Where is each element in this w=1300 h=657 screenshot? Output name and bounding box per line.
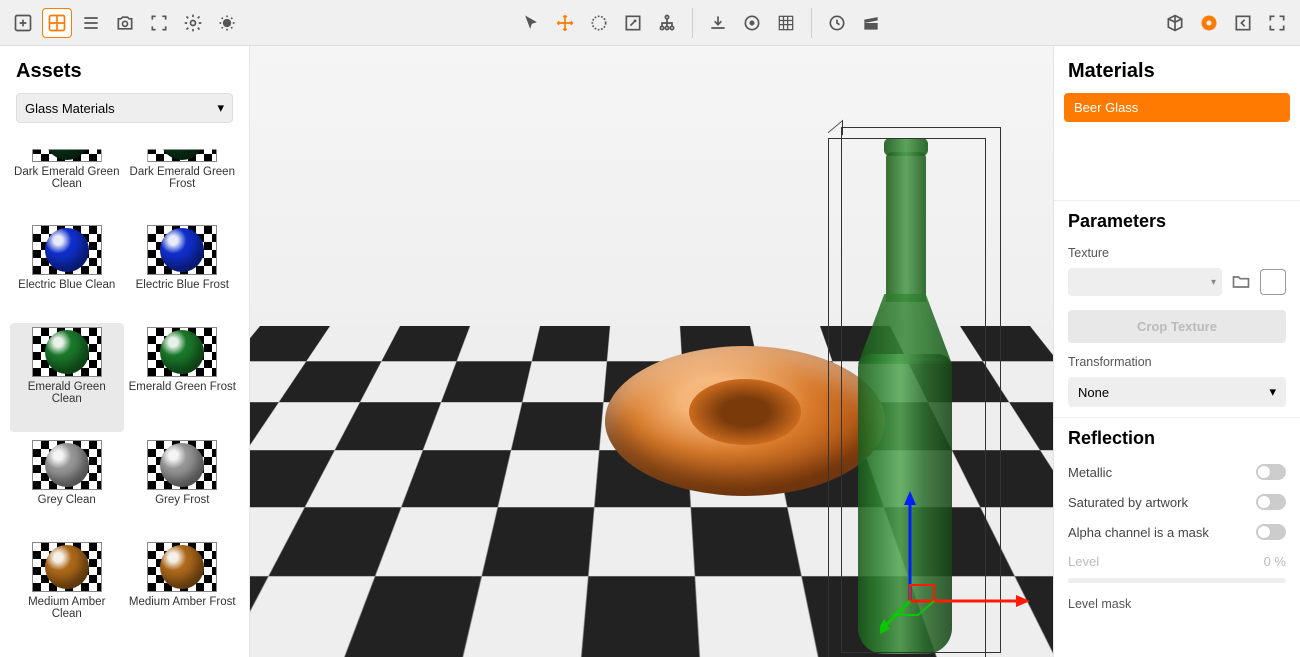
level-value: 0 % — [1264, 554, 1286, 569]
texture-dropdown[interactable]: ▾ — [1068, 268, 1222, 296]
asset-item[interactable]: Grey Clean — [10, 436, 124, 533]
texture-swatch[interactable] — [1260, 269, 1286, 295]
camera-icon[interactable] — [110, 8, 140, 38]
brightness-icon[interactable] — [212, 8, 242, 38]
cursor-icon[interactable] — [516, 8, 546, 38]
metallic-label: Metallic — [1068, 465, 1112, 480]
parameters-title: Parameters — [1054, 200, 1300, 240]
asset-thumbnail — [32, 327, 102, 377]
asset-item[interactable]: Emerald Green Frost — [126, 323, 240, 432]
time-icon[interactable] — [822, 8, 852, 38]
asset-label: Emerald Green Frost — [128, 381, 238, 393]
chevron-down-icon: ▾ — [217, 100, 224, 116]
cube-icon[interactable] — [1160, 8, 1190, 38]
assets-title: Assets — [6, 56, 243, 93]
texture-grid-icon[interactable] — [771, 8, 801, 38]
asset-thumbnail — [147, 327, 217, 377]
assets-grid: Dark Emerald Green CleanDark Emerald Gre… — [6, 133, 243, 647]
clapper-icon[interactable] — [856, 8, 886, 38]
scale-icon[interactable] — [618, 8, 648, 38]
asset-label: Dark Emerald Green Frost — [128, 166, 238, 190]
reflection-title: Reflection — [1054, 417, 1300, 457]
asset-item[interactable]: Medium Amber Clean — [10, 538, 124, 647]
folder-icon[interactable] — [1228, 268, 1254, 296]
saturated-toggle[interactable] — [1256, 494, 1286, 510]
asset-label: Emerald Green Clean — [12, 381, 122, 405]
asset-item[interactable]: Emerald Green Clean — [10, 323, 124, 432]
transformation-value: None — [1078, 385, 1109, 400]
asset-label: Medium Amber Clean — [12, 596, 122, 620]
saturated-label: Saturated by artwork — [1068, 495, 1188, 510]
asset-label: Grey Frost — [128, 494, 238, 506]
asset-item[interactable]: Electric Blue Frost — [126, 221, 240, 318]
asset-thumbnail — [32, 137, 102, 162]
asset-thumbnail — [32, 440, 102, 490]
asset-label: Dark Emerald Green Clean — [12, 166, 122, 190]
asset-label: Medium Amber Frost — [128, 596, 238, 608]
focus-icon[interactable] — [144, 8, 174, 38]
crop-texture-button: Crop Texture — [1068, 310, 1286, 343]
chevron-down-icon: ▾ — [1269, 384, 1276, 400]
asset-label: Grey Clean — [12, 494, 122, 506]
asset-thumbnail — [147, 137, 217, 162]
rotate-icon[interactable] — [584, 8, 614, 38]
assets-panel: Assets Glass Materials ▾ Dark Emerald Gr… — [0, 46, 250, 657]
asset-thumbnail — [32, 225, 102, 275]
assets-category-dropdown[interactable]: Glass Materials ▾ — [16, 93, 233, 123]
asset-label: Electric Blue Frost — [128, 279, 238, 291]
fullscreen-icon[interactable] — [1262, 8, 1292, 38]
move-icon[interactable] — [550, 8, 580, 38]
alpha-label: Alpha channel is a mask — [1068, 525, 1209, 540]
asset-thumbnail — [147, 440, 217, 490]
top-toolbar — [0, 0, 1300, 46]
asset-thumbnail — [147, 225, 217, 275]
material-item-selected[interactable]: Beer Glass — [1064, 93, 1290, 122]
materials-panel: Materials Beer Glass Parameters Texture … — [1053, 46, 1300, 657]
level-mask-label: Level mask — [1054, 591, 1300, 615]
asset-thumbnail — [32, 542, 102, 592]
alpha-toggle[interactable] — [1256, 524, 1286, 540]
asset-item[interactable]: Dark Emerald Green Frost — [126, 133, 240, 217]
metallic-toggle[interactable] — [1256, 464, 1286, 480]
asset-thumbnail — [147, 542, 217, 592]
pivot-icon[interactable] — [737, 8, 767, 38]
list-view-icon[interactable] — [76, 8, 106, 38]
add-icon[interactable] — [8, 8, 38, 38]
material-icon[interactable] — [1194, 8, 1224, 38]
level-label: Level — [1068, 554, 1099, 569]
asset-item[interactable]: Grey Frost — [126, 436, 240, 533]
asset-item[interactable]: Medium Amber Frost — [126, 538, 240, 647]
selection-bounding-box — [828, 138, 986, 657]
gear-icon[interactable] — [178, 8, 208, 38]
materials-title: Materials — [1054, 56, 1300, 93]
assets-dropdown-label: Glass Materials — [25, 101, 115, 116]
asset-item[interactable]: Dark Emerald Green Clean — [10, 133, 124, 217]
hierarchy-icon[interactable] — [652, 8, 682, 38]
asset-item[interactable]: Electric Blue Clean — [10, 221, 124, 318]
grid-view-icon[interactable] — [42, 8, 72, 38]
texture-label: Texture — [1054, 240, 1300, 264]
asset-label: Electric Blue Clean — [12, 279, 122, 291]
expand-panel-icon[interactable] — [1228, 8, 1258, 38]
level-slider[interactable] — [1068, 578, 1286, 583]
ground-icon[interactable] — [703, 8, 733, 38]
transformation-label: Transformation — [1054, 349, 1300, 373]
viewport-3d[interactable] — [250, 46, 1053, 657]
transformation-dropdown[interactable]: None ▾ — [1068, 377, 1286, 407]
